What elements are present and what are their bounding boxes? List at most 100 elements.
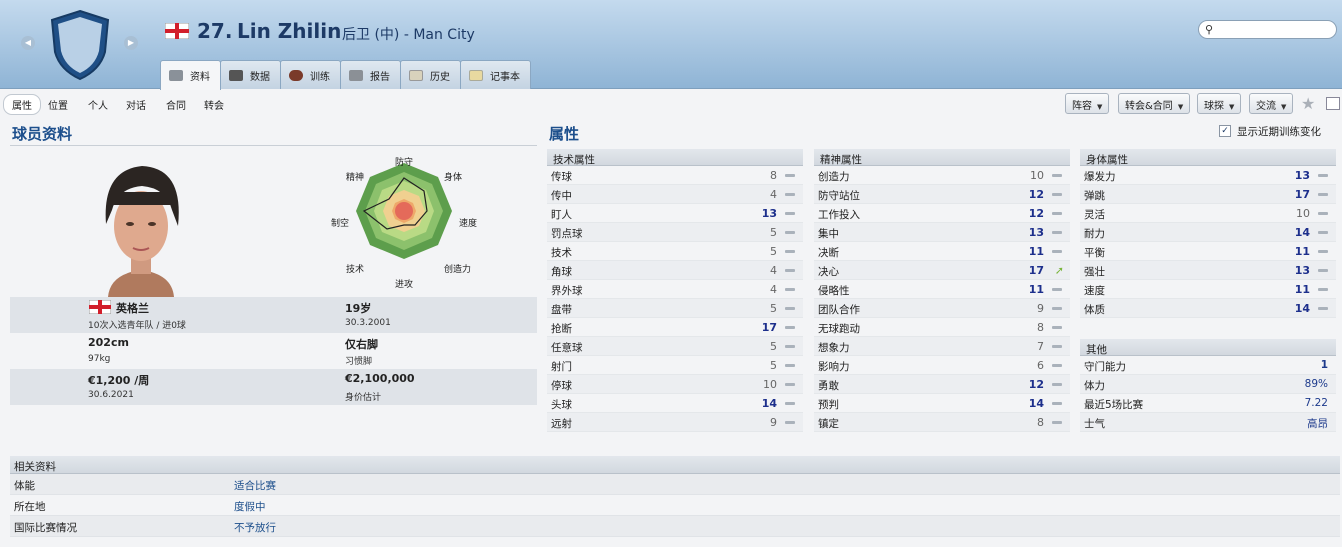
related-row-condition: 体能 适合比赛 xyxy=(10,474,1340,495)
subnav-transfer[interactable]: 转会 xyxy=(196,95,232,114)
trend-flat-icon xyxy=(1052,345,1062,348)
age: 19岁 xyxy=(345,302,372,315)
attribute-value: 17 xyxy=(1028,264,1044,277)
attribute-row: 无球跑动 8 xyxy=(814,318,1070,337)
tab-notes[interactable]: 记事本 xyxy=(460,60,531,89)
trend-flat-icon xyxy=(785,402,795,405)
attribute-row: 射门 5 xyxy=(547,356,803,375)
sub-navigation: 属性 位置 个人 对话 合同 转会 阵容 ▼ 转会&合同 ▼ 球探 ▼ 交流 ▼ ★ xyxy=(0,91,1342,116)
subnav-contract[interactable]: 合同 xyxy=(158,95,194,114)
attribute-name: 决心 xyxy=(818,266,839,278)
attribute-value: 12 xyxy=(1028,207,1044,220)
other-value: 89% xyxy=(1304,378,1328,390)
related-info-header: 相关资料 xyxy=(10,456,1340,474)
attribute-name: 创造力 xyxy=(818,171,850,183)
market-value-label: 身价估计 xyxy=(345,393,382,403)
mental-attributes-header: 精神属性 xyxy=(814,149,1070,166)
technical-attributes-header: 技术属性 xyxy=(547,149,803,166)
radar-label-speed: 速度 xyxy=(459,219,478,229)
attribute-value: 9 xyxy=(770,416,777,429)
location-value[interactable]: 度假中 xyxy=(234,499,266,514)
tab-training[interactable]: 训练 xyxy=(280,60,341,89)
transfer-contract-dropdown[interactable]: 转会&合同 ▼ xyxy=(1118,93,1191,114)
trend-flat-icon xyxy=(1318,307,1328,310)
chevron-down-icon: ▼ xyxy=(1097,103,1103,111)
attribute-name: 射门 xyxy=(551,361,572,373)
attribute-name: 头球 xyxy=(551,399,572,411)
tab-history[interactable]: 历史 xyxy=(400,60,461,89)
trend-flat-icon xyxy=(785,212,795,215)
trend-flat-icon xyxy=(785,231,795,234)
subnav-personal[interactable]: 个人 xyxy=(80,95,116,114)
attribute-name: 爆发力 xyxy=(1084,171,1116,183)
tab-report[interactable]: 报告 xyxy=(340,60,401,89)
mental-attributes-panel: 精神属性 创造力 10 防守站位 12 工作投入 12 集中 13 决断 11 决心 17 ➚ 侵略性 11 团… xyxy=(814,149,1070,432)
subnav-attributes[interactable]: 属性 xyxy=(3,94,41,115)
other-attributes-panel: 其他 守门能力 1 体力 89% 最近5场比赛 7.22 士气 高昂 xyxy=(1080,339,1336,432)
attribute-name: 灵活 xyxy=(1084,209,1105,221)
attribute-name: 防守站位 xyxy=(818,190,860,202)
physical-attributes-header: 身体属性 xyxy=(1080,149,1336,166)
trend-flat-icon xyxy=(1318,231,1328,234)
tab-profile[interactable]: 资料 xyxy=(160,60,221,90)
star-icon[interactable]: ★ xyxy=(1301,94,1315,113)
trend-flat-icon xyxy=(1318,269,1328,272)
search-input[interactable]: ⚲ xyxy=(1198,20,1337,39)
scout-dropdown[interactable]: 球探 ▼ xyxy=(1197,93,1242,114)
attribute-name: 强壮 xyxy=(1084,266,1105,278)
recent-training-label: 显示近期训练变化 xyxy=(1237,126,1321,138)
other-attributes-header: 其他 xyxy=(1080,339,1336,356)
attribute-name: 勇敢 xyxy=(818,380,839,392)
attribute-name: 技术 xyxy=(551,247,572,259)
youth-caps: 10次入选青年队 / 进0球 xyxy=(88,321,186,331)
chevron-down-icon: ▼ xyxy=(1281,103,1287,111)
player-position-club[interactable]: 后卫 (中) - Man City xyxy=(342,24,475,44)
attribute-row: 决断 11 xyxy=(814,242,1070,261)
attribute-row: 创造力 10 xyxy=(814,166,1070,185)
player-name: Lin Zhilin xyxy=(237,19,342,43)
prev-arrow-icon[interactable]: ◀ xyxy=(21,36,35,50)
notes-icon xyxy=(469,69,483,81)
attribute-name: 集中 xyxy=(818,228,839,240)
wage: €1,200 /周 xyxy=(88,374,150,387)
club-crest-icon xyxy=(50,9,110,81)
radar-label-creativity: 创造力 xyxy=(444,265,472,275)
attribute-value: 12 xyxy=(1028,188,1044,201)
next-arrow-icon[interactable]: ▶ xyxy=(124,36,138,50)
squad-dropdown[interactable]: 阵容 ▼ xyxy=(1065,93,1110,114)
interact-dropdown[interactable]: 交流 ▼ xyxy=(1249,93,1294,114)
subnav-interaction[interactable]: 对话 xyxy=(118,95,154,114)
attribute-row: 想象力 7 xyxy=(814,337,1070,356)
recent-training-checkbox[interactable]: ✓ xyxy=(1219,125,1231,137)
profile-icon xyxy=(169,70,183,81)
tab-bar: 资料 数据 训练 报告 历史 记事本 xyxy=(160,60,531,90)
attribute-value: 5 xyxy=(770,226,777,239)
trend-flat-icon xyxy=(1052,421,1062,424)
attribute-value: 13 xyxy=(1028,226,1044,239)
attribute-value: 6 xyxy=(1037,359,1044,372)
attribute-name: 盘带 xyxy=(551,304,572,316)
attribute-name: 想象力 xyxy=(818,342,850,354)
attribute-row: 速度 11 xyxy=(1080,280,1336,299)
trend-flat-icon xyxy=(785,383,795,386)
attribute-row: 守门能力 1 xyxy=(1080,356,1336,375)
trend-flat-icon xyxy=(1052,402,1062,405)
physical-attributes-panel: 身体属性 爆发力 13 弹跳 17 灵活 10 耐力 14 平衡 11 强壮 13 速度 11 体质 14 xyxy=(1080,149,1336,318)
attribute-value: 5 xyxy=(770,302,777,315)
trend-flat-icon xyxy=(1052,383,1062,386)
chevron-down-icon: ▼ xyxy=(1177,103,1184,111)
attribute-name: 无球跑动 xyxy=(818,323,860,335)
attribute-name: 士气 xyxy=(1084,418,1105,430)
height: 202cm xyxy=(88,336,129,349)
international-value[interactable]: 不予放行 xyxy=(234,520,276,535)
condition-value[interactable]: 适合比赛 xyxy=(234,478,276,493)
trend-flat-icon xyxy=(1052,231,1062,234)
attribute-name: 体力 xyxy=(1084,380,1105,392)
attribute-value: 13 xyxy=(1294,169,1310,182)
attribute-name: 弹跳 xyxy=(1084,190,1105,202)
subnav-positions[interactable]: 位置 xyxy=(40,95,76,114)
trend-flat-icon xyxy=(1318,250,1328,253)
tab-stats[interactable]: 数据 xyxy=(220,60,281,89)
add-note-icon[interactable] xyxy=(1326,97,1340,110)
radar-label-attacking: 进攻 xyxy=(395,280,414,290)
